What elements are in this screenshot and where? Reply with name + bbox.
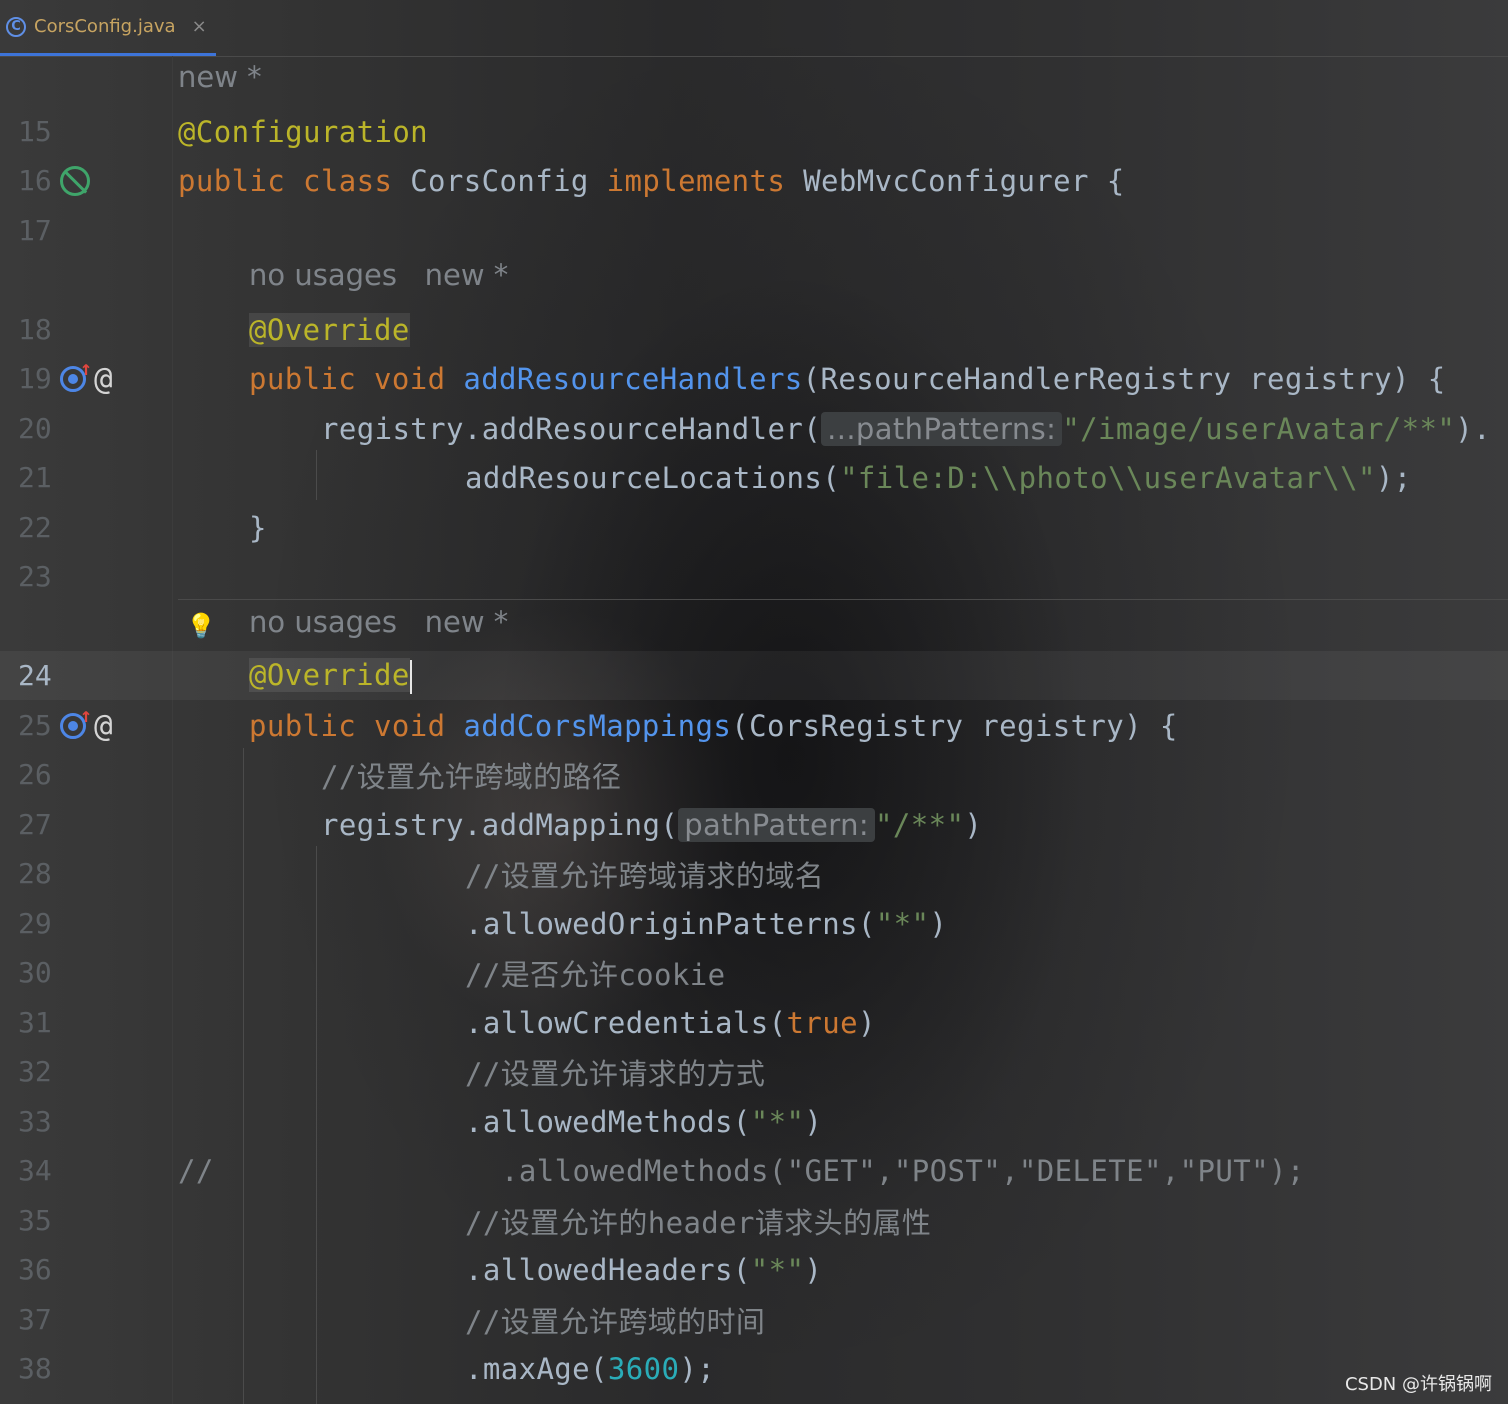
code-line[interactable]: 23 [0, 552, 1508, 601]
code-line[interactable]: 33 .allowedMethods("*") [0, 1097, 1508, 1146]
code-line[interactable]: 22 } [0, 503, 1508, 552]
code-line[interactable]: 25 ↑ @ public void addCorsMappings(CorsR… [0, 701, 1508, 750]
line-number: 22 [18, 511, 52, 544]
code-line[interactable]: 37 //设置允许跨域的时间 [0, 1295, 1508, 1344]
code-text[interactable]: public class CorsConfig implements WebMv… [178, 164, 1125, 198]
code-line[interactable]: 18 @Override [0, 305, 1508, 354]
author-hint: new * [424, 605, 509, 639]
line-number: 33 [18, 1105, 52, 1138]
code-line[interactable]: 16 public class CorsConfig implements We… [0, 156, 1508, 205]
line-number: 35 [18, 1204, 52, 1237]
code-text[interactable]: registry.addResourceHandler(...pathPatte… [321, 411, 1491, 446]
line-number: 36 [18, 1253, 52, 1286]
line-number: 38 [18, 1352, 52, 1385]
line-number: 31 [18, 1006, 52, 1039]
implements-arrow-icon[interactable]: ↑ [80, 703, 92, 727]
usages-hint[interactable]: no usages new * [249, 258, 508, 292]
line-number: 23 [18, 560, 52, 593]
parameter-hint: ...pathPatterns: [821, 411, 1063, 446]
code-line[interactable]: 27 registry.addMapping(pathPattern: "/**"… [0, 800, 1508, 849]
code-text[interactable]: public void addCorsMappings(CorsRegistry… [249, 709, 1178, 743]
usages-hint[interactable]: no usages new * [249, 605, 508, 639]
line-number: 26 [18, 758, 52, 791]
code-line[interactable]: 29 .allowedOriginPatterns("*") [0, 899, 1508, 948]
code-text[interactable]: public void addResourceHandlers(Resource… [249, 362, 1446, 396]
code-line[interactable]: 19 ↑ @ public void addResourceHandlers(R… [0, 354, 1508, 403]
line-number: 37 [18, 1303, 52, 1336]
code-line[interactable]: 36 .allowedHeaders("*") [0, 1245, 1508, 1294]
comment-prefix[interactable]: // [178, 1154, 214, 1188]
close-icon[interactable]: × [192, 16, 207, 37]
line-number: 15 [18, 115, 52, 148]
code-line[interactable]: 20 registry.addResourceHandler(...pathPa… [0, 404, 1508, 453]
comment[interactable]: //设置允许跨域请求的域名 [465, 853, 824, 895]
code-line[interactable]: 26 //设置允许跨域的路径 [0, 750, 1508, 799]
code-text[interactable]: .allowedOriginPatterns("*") [465, 907, 947, 941]
line-number: 21 [18, 461, 52, 494]
code-line-current[interactable]: 24 @Override [0, 651, 1508, 700]
code-line[interactable]: 32 //设置允许请求的方式 [0, 1047, 1508, 1096]
comment[interactable]: //设置允许跨域的时间 [465, 1299, 765, 1341]
line-number: 32 [18, 1055, 52, 1088]
line-number: 30 [18, 956, 52, 989]
code-line[interactable]: 38 .maxAge(3600); [0, 1344, 1508, 1393]
line-number: 28 [18, 857, 52, 890]
line-number: 29 [18, 907, 52, 940]
line-number: 24 [18, 659, 52, 692]
code-line[interactable]: 17 [0, 206, 1508, 255]
editor-tab-bar: C CorsConfig.java × [0, 0, 1508, 57]
code-text[interactable]: .allowedMethods("*") [465, 1105, 822, 1139]
code-line[interactable]: 34 // .allowedMethods("GET","POST","DELE… [0, 1146, 1508, 1195]
code-line[interactable]: 21 addResourceLocations("file:D:\\photo\… [0, 453, 1508, 502]
line-number: 27 [18, 808, 52, 841]
code-text[interactable]: @Override [249, 657, 412, 694]
author-hint: new * [424, 258, 509, 292]
at-icon[interactable]: @ [94, 708, 113, 744]
code-text[interactable]: registry.addMapping(pathPattern: "/**") [321, 807, 982, 842]
lightbulb-icon[interactable]: 💡 [186, 612, 216, 640]
comment[interactable]: //是否允许cookie [465, 952, 725, 994]
line-number: 18 [18, 313, 52, 346]
watermark: CSDN @许锅锅啊 [1344, 1374, 1492, 1395]
line-number: 20 [18, 412, 52, 445]
code-line[interactable]: 30 //是否允许cookie [0, 948, 1508, 997]
comment[interactable]: //设置允许请求的方式 [465, 1051, 765, 1093]
parameter-hint: pathPattern: [678, 807, 876, 842]
author-hint[interactable]: new * [178, 60, 262, 94]
at-icon[interactable]: @ [94, 361, 113, 397]
code-text[interactable]: } [249, 511, 267, 545]
class-icon: C [6, 16, 26, 37]
tab-corsconfig[interactable]: C CorsConfig.java × [0, 0, 216, 56]
code-line[interactable]: 28 //设置允许跨域请求的域名 [0, 849, 1508, 898]
comment[interactable]: //设置允许的header请求头的属性 [465, 1200, 931, 1242]
code-text[interactable]: @Override [249, 312, 410, 347]
code-line[interactable]: 15 @Configuration [0, 107, 1508, 156]
tab-label: CorsConfig.java [34, 16, 176, 37]
line-number: 34 [18, 1154, 52, 1187]
code-text[interactable]: .maxAge(3600); [465, 1352, 715, 1386]
code-text[interactable]: @Configuration [178, 115, 428, 149]
line-number: 17 [18, 214, 52, 247]
code-text[interactable]: .allowCredentials(true) [465, 1006, 876, 1040]
code-text[interactable]: .allowedHeaders("*") [465, 1253, 822, 1287]
text-caret [409, 659, 412, 694]
comment[interactable]: //设置允许跨域的路径 [321, 754, 621, 796]
implements-arrow-icon[interactable]: ↑ [80, 356, 92, 380]
code-line[interactable]: 31 .allowCredentials(true) [0, 998, 1508, 1047]
no-bean-icon[interactable] [60, 165, 90, 196]
code-line[interactable]: 35 //设置允许的header请求头的属性 [0, 1196, 1508, 1245]
commented-code[interactable]: .allowedMethods("GET","POST","DELETE","P… [501, 1154, 1305, 1188]
code-text[interactable]: addResourceLocations("file:D:\\photo\\us… [465, 461, 1412, 495]
